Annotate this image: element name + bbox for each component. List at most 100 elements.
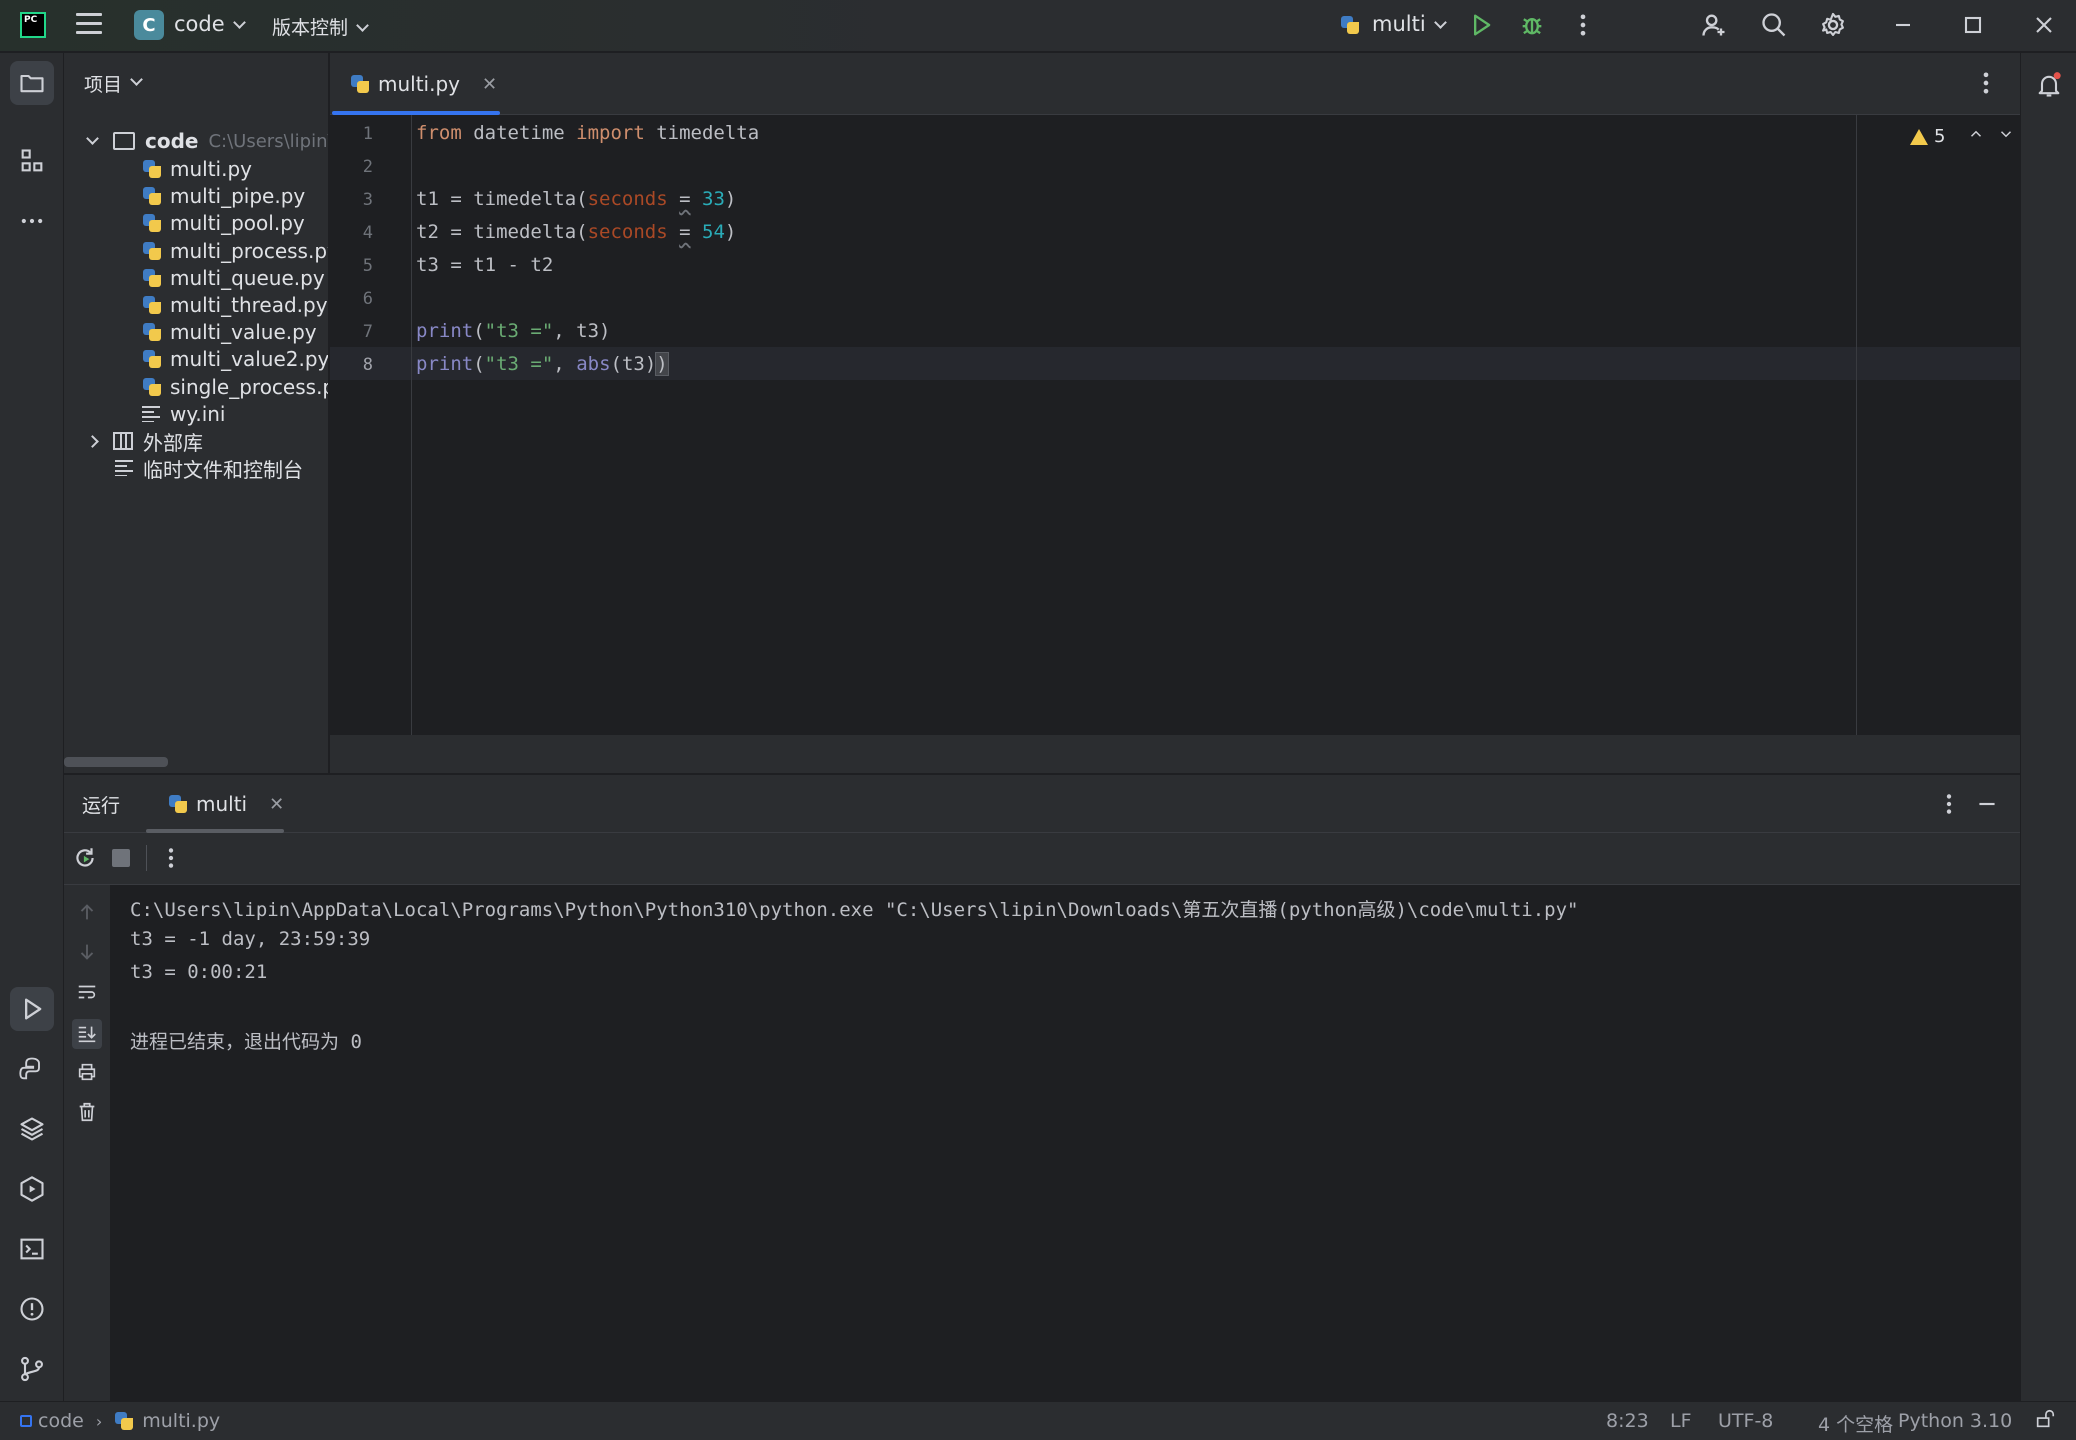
services-button[interactable]: [10, 1167, 54, 1211]
search-icon: [1762, 13, 1786, 37]
inspection-widget[interactable]: 5: [1910, 125, 2015, 148]
close-tab-icon[interactable]: ✕: [482, 74, 497, 95]
run-button[interactable]: [1464, 8, 1498, 42]
breadcrumb-file[interactable]: multi.py: [142, 1410, 220, 1432]
python-file-icon: [350, 74, 370, 94]
line-number: 8: [362, 355, 373, 375]
console-line: t3 = -1 day, 23:59:39: [130, 928, 371, 950]
right-margin-guide: [1856, 115, 1857, 735]
folder-icon: [113, 132, 135, 150]
python-packages-button[interactable]: [10, 1107, 54, 1151]
tab-multi-py[interactable]: multi.py ✕: [330, 53, 500, 115]
vcs-menu[interactable]: 版本控制: [272, 13, 369, 40]
debug-button[interactable]: [1515, 8, 1549, 42]
scroll-end-icon: [78, 1026, 96, 1043]
arrow-up-icon: [80, 904, 94, 920]
unlock-icon: [2036, 1409, 2055, 1428]
scroll-to-end-button[interactable]: [72, 1019, 102, 1049]
line-separator[interactable]: LF: [1670, 1410, 1692, 1432]
run-tool-button[interactable]: [10, 987, 54, 1031]
status-bar: code › multi.py 8:23 LF UTF-8 4 个空格 Pyth…: [0, 1401, 2076, 1440]
search-button[interactable]: [1757, 8, 1791, 42]
python-file-icon: [142, 186, 162, 206]
console-line: 进程已结束，退出代码为 0: [130, 1031, 362, 1053]
maximize-window-button[interactable]: [1956, 8, 1990, 42]
close-tab-icon[interactable]: ✕: [269, 794, 284, 815]
project-switcher[interactable]: code: [174, 12, 246, 36]
project-tool-button[interactable]: [10, 61, 54, 105]
line-number: 5: [362, 256, 373, 276]
more-vertical-icon: [168, 848, 174, 868]
caret-position[interactable]: 8:23: [1606, 1410, 1649, 1432]
run-tab-label: multi: [196, 792, 248, 816]
hide-panel-button[interactable]: [1974, 791, 2000, 822]
structure-tool-button[interactable]: [10, 139, 54, 183]
collapse-arrow-icon[interactable]: [86, 434, 99, 448]
rerun-button[interactable]: [72, 845, 98, 876]
scratches-label: 临时文件和控制台: [143, 457, 303, 482]
next-highlight-button[interactable]: [1997, 125, 2015, 148]
notifications-button[interactable]: [2027, 63, 2071, 107]
python-file-icon: [142, 322, 162, 342]
vcs-menu-label: 版本控制: [272, 17, 349, 39]
chevron-down-icon: [356, 19, 369, 32]
expand-arrow-icon[interactable]: [86, 131, 99, 145]
tree-scratches[interactable]: 临时文件和控制台: [115, 450, 303, 486]
run-panel-title: 运行: [82, 795, 121, 817]
root-folder-path: C:\Users\lipin\: [208, 130, 329, 152]
line-number: 6: [362, 289, 373, 309]
pycharm-logo-icon: PC: [20, 12, 46, 38]
minimize-window-button[interactable]: [1886, 8, 1920, 42]
indent-setting[interactable]: 4 个空格: [1818, 1410, 1893, 1437]
services-icon: [20, 1176, 44, 1202]
breadcrumb-project[interactable]: code: [38, 1410, 84, 1432]
project-panel-header[interactable]: 项目: [64, 53, 328, 113]
version-control-button[interactable]: [10, 1347, 54, 1391]
tab-more-button[interactable]: [1972, 69, 2000, 102]
problems-button[interactable]: [10, 1287, 54, 1331]
maximize-icon: [1964, 16, 1982, 34]
python-interpreter[interactable]: Python 3.10: [1898, 1410, 2012, 1432]
more-tools-button[interactable]: [10, 199, 54, 243]
chevron-down-icon: [130, 72, 143, 86]
print-button[interactable]: [74, 1059, 100, 1085]
soft-wrap-button[interactable]: [74, 979, 100, 1005]
console-output[interactable]: C:\Users\lipin\AppData\Local\Programs\Py…: [110, 885, 2020, 1401]
line-number: 7: [362, 322, 373, 342]
warning-count: 5: [1934, 126, 1946, 147]
terminal-button[interactable]: [10, 1227, 54, 1271]
alert-circle-icon: [20, 1297, 44, 1321]
python-file-icon: [142, 377, 162, 397]
run-toolbar: [64, 833, 2020, 885]
editor-tab-bar: multi.py ✕: [330, 53, 2020, 115]
left-tool-strip: [0, 53, 64, 1401]
run-config-selector[interactable]: multi: [1340, 12, 1447, 36]
read-only-toggle[interactable]: [2034, 1408, 2056, 1435]
settings-button[interactable]: [1816, 8, 1850, 42]
more-actions-button[interactable]: [1566, 8, 1600, 42]
code-line: t2 = timedelta(seconds = 54): [416, 221, 737, 243]
file-encoding[interactable]: UTF-8: [1718, 1410, 1773, 1432]
clear-console-button[interactable]: [74, 1099, 100, 1125]
main-menu-icon[interactable]: [76, 13, 102, 37]
python-console-button[interactable]: [10, 1047, 54, 1091]
run-tab-multi[interactable]: multi ✕: [146, 775, 284, 833]
run-config-label: multi: [1372, 12, 1426, 36]
run-more-button[interactable]: [158, 845, 184, 876]
code-with-me-button[interactable]: [1697, 8, 1731, 42]
stop-button[interactable]: [112, 849, 130, 867]
horizontal-scrollbar[interactable]: [64, 757, 168, 767]
title-bar: PC C code 版本控制 multi: [0, 0, 2076, 52]
run-panel-options-button[interactable]: [1936, 791, 1962, 822]
python-file-icon: [142, 241, 162, 261]
run-icon: [1474, 14, 1491, 36]
scroll-down-button[interactable]: [74, 939, 100, 965]
more-vertical-icon: [1946, 794, 1952, 814]
scroll-up-button[interactable]: [74, 899, 100, 925]
toolbar-divider: [146, 845, 147, 871]
terminal-icon: [20, 1238, 44, 1260]
close-window-button[interactable]: [2027, 8, 2061, 42]
previous-highlight-button[interactable]: [1967, 125, 1985, 148]
python-icon: [1340, 15, 1360, 35]
project-badge[interactable]: C: [134, 10, 164, 40]
